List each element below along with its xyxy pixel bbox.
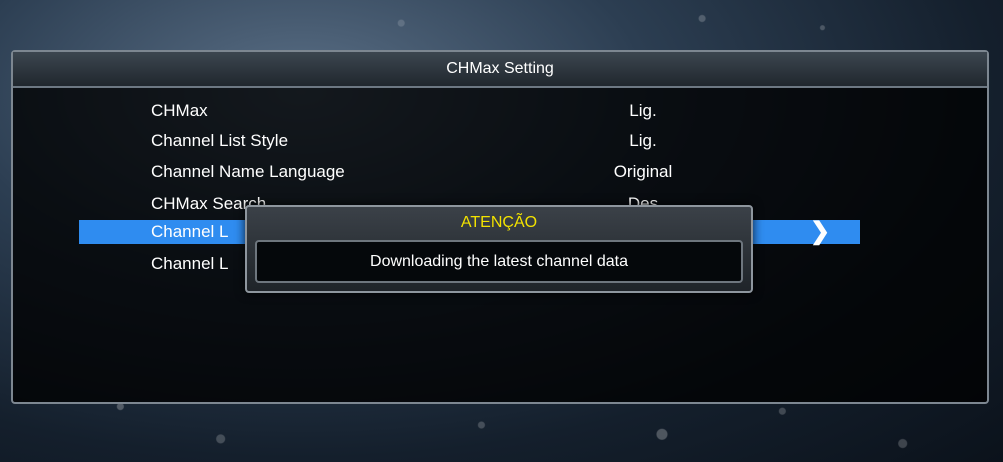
setting-row-channel-list-style[interactable]: Channel List Style Lig.	[13, 126, 987, 156]
setting-label: Channel List Style	[151, 131, 289, 150]
setting-value: Original	[613, 162, 673, 181]
setting-value: Lig.	[629, 101, 657, 120]
setting-label: CHMax	[151, 101, 208, 120]
setting-label: Channel L	[151, 254, 229, 273]
setting-row-channel-name-language[interactable]: Channel Name Language Original	[13, 157, 987, 187]
attention-dialog: ATENÇÃO Downloading the latest channel d…	[245, 205, 753, 293]
dialog-title: ATENÇÃO	[460, 214, 538, 231]
setting-value: Lig.	[629, 131, 657, 150]
setting-row-chmax[interactable]: CHMax Lig.	[13, 96, 987, 126]
setting-label: Channel Name Language	[151, 162, 345, 181]
dialog-message: Downloading the latest channel data	[255, 240, 743, 283]
panel-title: CHMax Setting	[13, 52, 987, 88]
setting-label: Channel L	[151, 222, 229, 241]
